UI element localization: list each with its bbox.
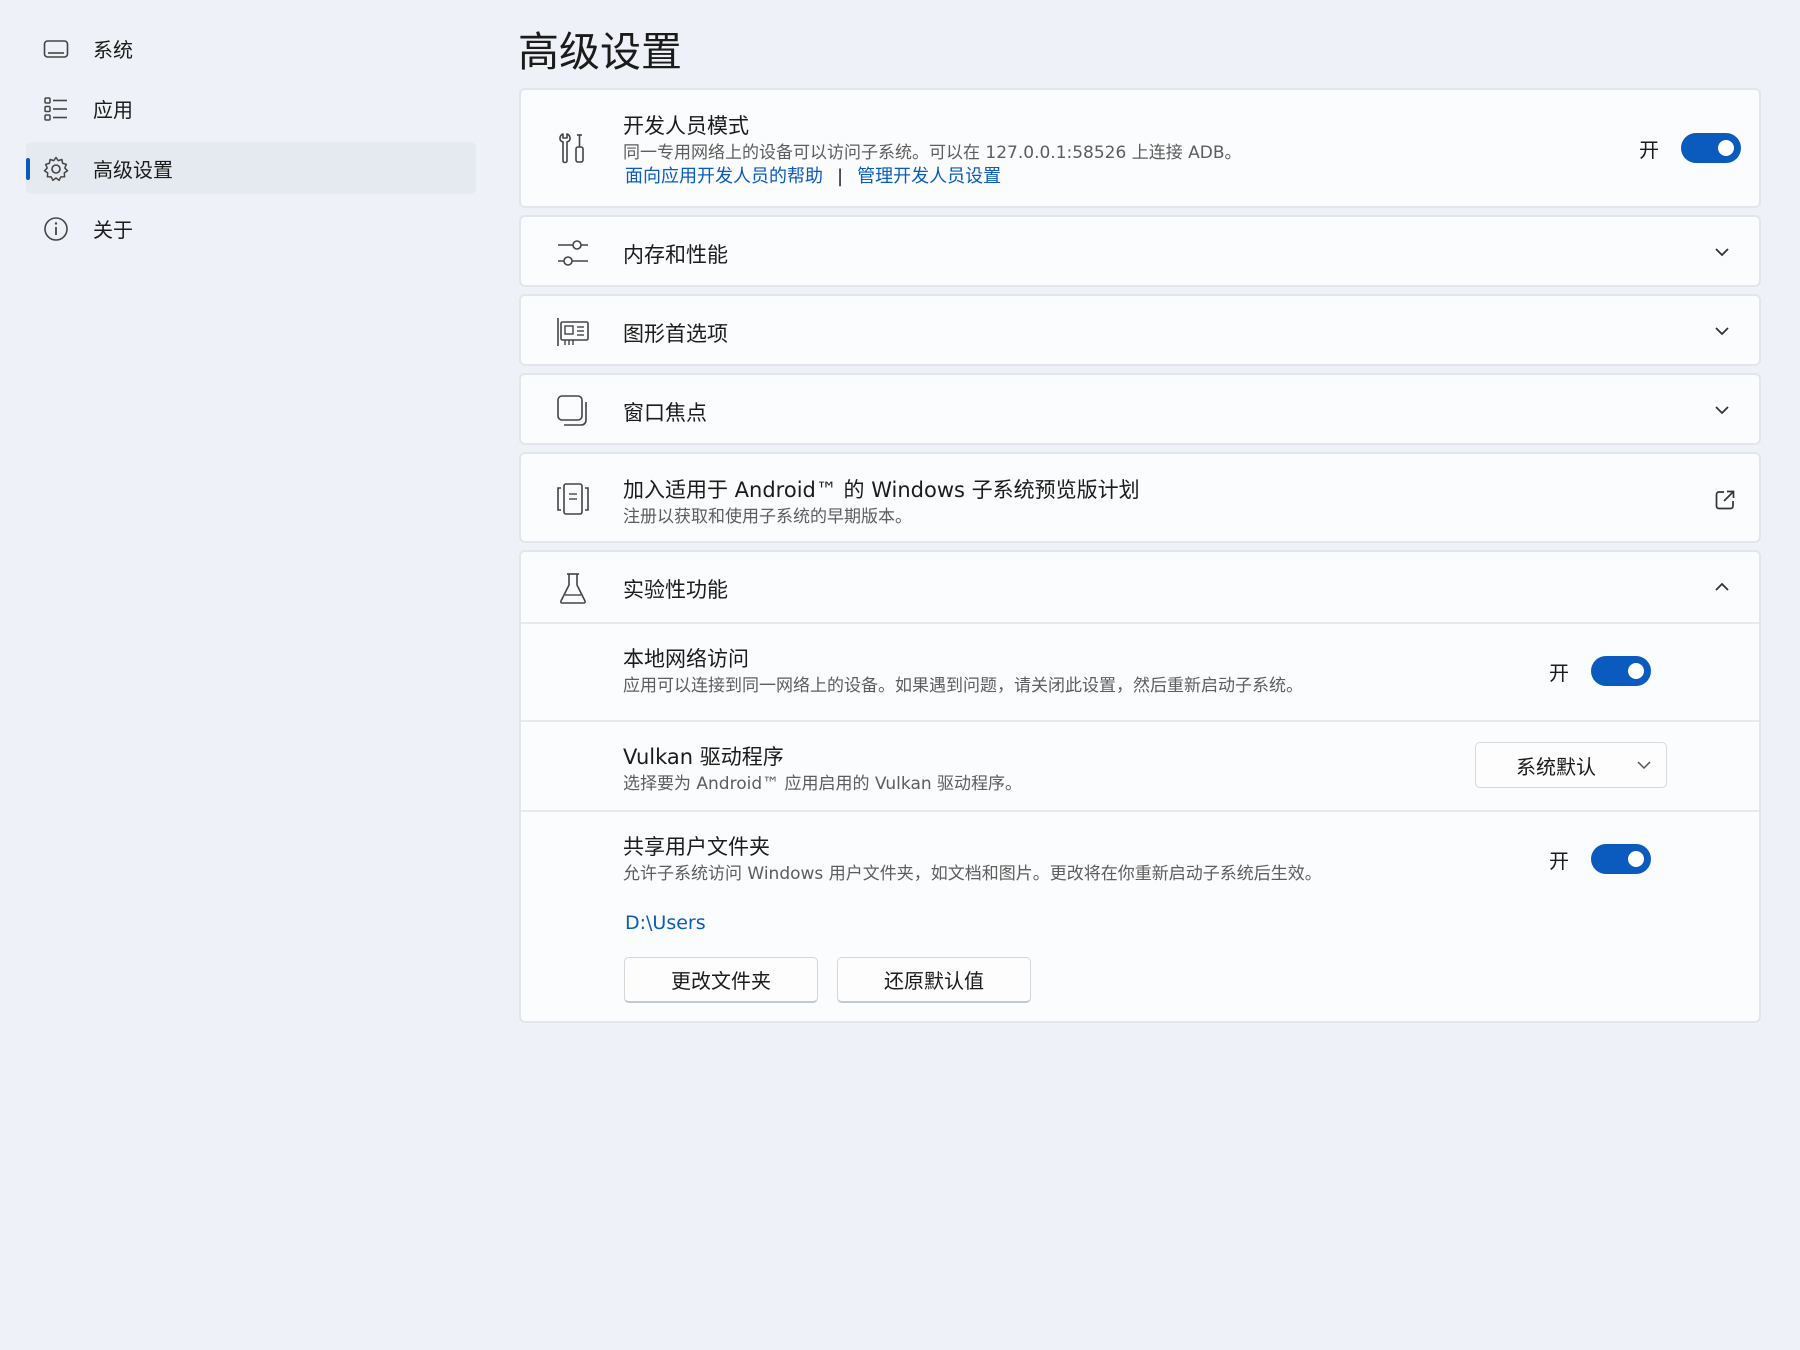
sidebar: 系统 应用 高级设置 关于 <box>26 22 476 262</box>
page-title: 高级设置 <box>518 28 682 76</box>
divider <box>521 810 1759 812</box>
experimental-features-card: 实验性功能 本地网络访问 应用可以连接到同一网络上的设备。如果遇到问题，请关闭此… <box>519 550 1761 1023</box>
graphics-preferences-title: 图形首选项 <box>623 322 728 346</box>
graphics-preferences-card[interactable]: 图形首选项 <box>519 294 1761 366</box>
sidebar-item-label: 关于 <box>93 217 133 242</box>
sidebar-item-advanced-settings[interactable]: 高级设置 <box>26 142 476 194</box>
open-external-icon[interactable] <box>1713 488 1737 512</box>
experimental-features-title: 实验性功能 <box>623 578 728 602</box>
vulkan-driver-dropdown[interactable]: 系统默认 <box>1475 742 1667 788</box>
shared-folder-path-link[interactable]: D:\Users <box>625 912 706 934</box>
shared-folder-title: 共享用户文件夹 <box>623 835 770 859</box>
window-focus-title: 窗口焦点 <box>623 401 707 425</box>
preview-program-card[interactable]: 加入适用于 Android™ 的 Windows 子系统预览版计划 注册以获取和… <box>519 452 1761 543</box>
developer-mode-toggle-group: 开 <box>1639 133 1741 163</box>
chevron-down-icon[interactable] <box>1713 401 1731 419</box>
vulkan-driver-title: Vulkan 驱动程序 <box>623 745 784 769</box>
developer-mode-title: 开发人员模式 <box>623 114 749 138</box>
sidebar-item-system[interactable]: 系统 <box>26 22 476 74</box>
chevron-down-icon[interactable] <box>1713 243 1731 261</box>
sidebar-item-label: 高级设置 <box>93 157 173 182</box>
manage-developer-settings-link[interactable]: 管理开发人员设置 <box>857 166 1001 187</box>
link-separator: | <box>837 166 844 187</box>
gear-icon <box>42 155 70 183</box>
sidebar-item-about[interactable]: 关于 <box>26 202 476 254</box>
window-focus-card[interactable]: 窗口焦点 <box>519 373 1761 445</box>
sidebar-item-apps[interactable]: 应用 <box>26 82 476 134</box>
local-network-toggle-group: 开 <box>1549 656 1651 686</box>
graphics-card-icon <box>555 314 591 350</box>
toggle-state-label: 开 <box>1549 848 1569 873</box>
divider <box>521 622 1759 624</box>
vulkan-driver-description: 选择要为 Android™ 应用启用的 Vulkan 驱动程序。 <box>623 774 1023 794</box>
toggle-knob <box>1628 663 1644 679</box>
local-network-title: 本地网络访问 <box>623 647 749 671</box>
local-network-description: 应用可以连接到同一网络上的设备。如果遇到问题，请关闭此设置，然后重新启动子系统。 <box>623 676 1303 696</box>
change-folder-button[interactable]: 更改文件夹 <box>624 957 818 1003</box>
developer-help-link[interactable]: 面向应用开发人员的帮助 <box>625 166 823 187</box>
preview-program-title: 加入适用于 Android™ 的 Windows 子系统预览版计划 <box>623 478 1140 502</box>
developer-mode-toggle[interactable] <box>1681 133 1741 163</box>
divider <box>521 720 1759 722</box>
developer-mode-description: 同一专用网络上的设备可以访问子系统。可以在 127.0.0.1:58526 上连… <box>623 143 1242 163</box>
developer-mode-card: 开发人员模式 同一专用网络上的设备可以访问子系统。可以在 127.0.0.1:5… <box>519 88 1761 208</box>
laptop-icon <box>42 35 70 63</box>
list-icon <box>42 95 70 123</box>
sidebar-item-label: 系统 <box>93 37 133 62</box>
preview-program-icon <box>555 481 591 517</box>
preview-program-description: 注册以获取和使用子系统的早期版本。 <box>623 507 912 527</box>
info-icon <box>42 215 70 243</box>
memory-performance-card[interactable]: 内存和性能 <box>519 215 1761 287</box>
shared-folder-description: 允许子系统访问 Windows 用户文件夹，如文档和图片。更改将在你重新启动子系… <box>623 864 1322 884</box>
window-focus-icon <box>555 393 591 429</box>
dropdown-selected-value: 系统默认 <box>1516 754 1596 779</box>
local-network-toggle[interactable] <box>1591 656 1651 686</box>
restore-default-button[interactable]: 还原默认值 <box>837 957 1031 1003</box>
developer-links: 面向应用开发人员的帮助 | 管理开发人员设置 <box>625 162 1001 188</box>
shared-folder-toggle[interactable] <box>1591 844 1651 874</box>
chevron-up-icon[interactable] <box>1713 578 1731 596</box>
sidebar-item-label: 应用 <box>93 97 133 122</box>
toggle-knob <box>1628 851 1644 867</box>
sliders-icon <box>555 235 591 271</box>
flask-icon <box>555 570 591 606</box>
selection-indicator <box>26 158 30 180</box>
memory-performance-title: 内存和性能 <box>623 243 728 267</box>
chevron-down-icon[interactable] <box>1713 322 1731 340</box>
toggle-knob <box>1718 140 1734 156</box>
toggle-state-label: 开 <box>1639 137 1659 162</box>
wrench-screwdriver-icon <box>555 130 591 166</box>
chevron-down-icon <box>1636 757 1652 773</box>
shared-folder-toggle-group: 开 <box>1549 844 1651 874</box>
toggle-state-label: 开 <box>1549 660 1569 685</box>
